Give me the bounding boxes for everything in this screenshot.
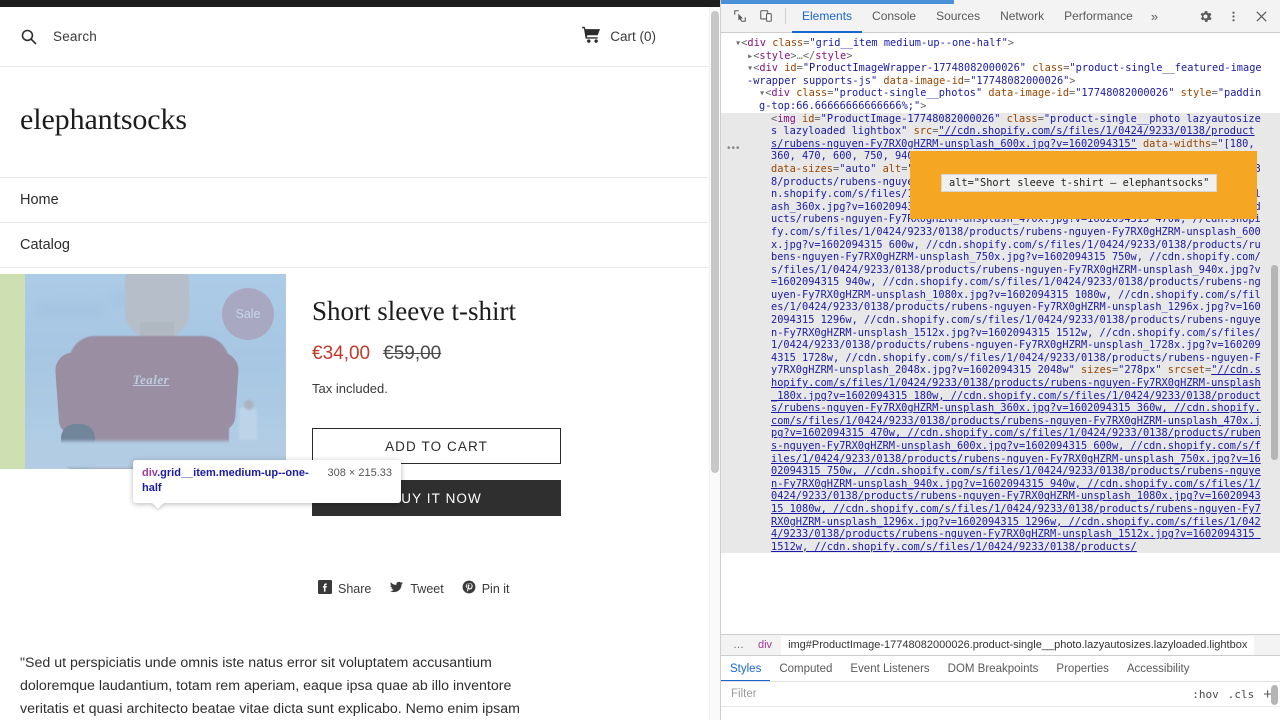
hov-toggle-button[interactable]: :hov	[1192, 688, 1219, 701]
tab-sources[interactable]: Sources	[926, 0, 990, 33]
inspector-tooltip-dimensions: 308 × 215.33	[327, 466, 392, 479]
screenshot-root: Search Cart (0) elephantsocks	[0, 0, 1280, 720]
share-pinterest-label: Pin it	[482, 582, 510, 596]
inspector-tooltip-selector: div.grid__item.medium-up--one-half	[142, 466, 315, 496]
devtools-toolbar-actions	[1192, 3, 1280, 29]
sale-price: €34,00	[312, 343, 370, 365]
dom-line[interactable]: ▾<div class="grid__item medium-up--one-h…	[721, 37, 1280, 50]
device-toolbar-icon[interactable]	[753, 3, 779, 29]
dom-breadcrumb-bar: … div img#ProductImage-17748082000026.pr…	[721, 634, 1280, 655]
browser-chrome-strip	[0, 0, 720, 7]
element-inspector-tooltip: div.grid__item.medium-up--one-half 308 ×…	[133, 460, 401, 503]
site-header: Search Cart (0)	[0, 7, 711, 67]
dom-line[interactable]: ▾<div id="ProductImageWrapper-1774808200…	[721, 62, 1280, 87]
main-navigation: Home Catalog	[0, 177, 711, 268]
devtools-tab-bar: Elements Console Sources Network Perform…	[792, 0, 1166, 33]
breadcrumb-overflow[interactable]: …	[729, 636, 749, 655]
dom-scrollbar-thumb[interactable]	[1271, 265, 1278, 460]
dom-tree-content[interactable]: ▾<div class="grid__item medium-up--one-h…	[721, 33, 1280, 553]
close-icon[interactable]	[1248, 3, 1274, 29]
devtools-panel: Elements Console Sources Network Perform…	[720, 0, 1280, 720]
pinterest-icon	[462, 580, 476, 597]
devtools-top-accent	[721, 0, 954, 4]
cart-label[interactable]: Cart (0)	[610, 29, 656, 44]
tab-console[interactable]: Console	[862, 0, 926, 33]
dom-line[interactable]: ▸<style>…</style>	[721, 50, 1280, 63]
styles-pane-body	[721, 706, 1280, 720]
inspector-padding-overlay	[0, 274, 25, 469]
social-share-row: Share Tweet	[318, 580, 691, 597]
original-price: €59,00	[383, 343, 441, 365]
styles-pane-tab-bar: Styles Computed Event Listeners DOM Brea…	[721, 655, 1280, 681]
page-scrollbar-track[interactable]	[709, 7, 720, 720]
kebab-menu-icon[interactable]	[1220, 3, 1246, 29]
cart-icon[interactable]	[582, 26, 601, 48]
photo-bokeh-1	[35, 302, 105, 316]
tax-note: Tax included.	[312, 381, 691, 396]
share-facebook-button[interactable]: Share	[318, 580, 371, 597]
dom-gutter-ellipsis: •••	[727, 143, 741, 154]
sale-badge: Sale	[222, 288, 274, 340]
dom-scrollbar-track[interactable]	[1270, 33, 1280, 634]
photo-background-person-head	[244, 400, 254, 410]
cart-control[interactable]: Cart (0)	[582, 26, 691, 48]
styles-filter-row: Filter :hov .cls +	[721, 681, 1280, 706]
product-section: Tealer Sale Short sleeve t-shirt	[0, 274, 711, 597]
product-title: Short sleeve t-shirt	[312, 296, 691, 327]
nav-item-home[interactable]: Home	[0, 178, 711, 223]
browser-page-viewport: Search Cart (0) elephantsocks	[0, 0, 720, 720]
devtools-toolbar: Elements Console Sources Network Perform…	[721, 0, 1280, 33]
styles-scrollbar-thumb[interactable]	[1271, 685, 1278, 705]
toolbar-divider	[785, 8, 786, 24]
share-pinterest-button[interactable]: Pin it	[462, 580, 510, 597]
breadcrumb-selected-img[interactable]: img#ProductImage-17748082000026.product-…	[781, 636, 1254, 655]
tab-styles[interactable]: Styles	[721, 656, 770, 682]
brand-header: elephantsocks	[0, 67, 711, 177]
dom-tree-panel[interactable]: ▾<div class="grid__item medium-up--one-h…	[721, 33, 1280, 634]
product-info: Short sleeve t-shirt €34,00 €59,00 Tax i…	[286, 274, 691, 597]
tab-network[interactable]: Network	[990, 0, 1054, 33]
styles-filter-input[interactable]: Filter	[731, 688, 1192, 700]
alt-attribute-edit-field[interactable]: alt="Short sleeve t-shirt – elephantsock…	[941, 174, 1217, 192]
tab-properties[interactable]: Properties	[1047, 656, 1117, 682]
photo-background-person	[239, 406, 257, 440]
breadcrumb-div[interactable]: div	[751, 636, 779, 655]
attribute-edit-highlight: alt="Short sleeve t-shirt – elephantsock…	[910, 151, 1257, 219]
cls-toggle-button[interactable]: .cls	[1228, 688, 1255, 701]
dom-line[interactable]: ▾<div class="product-single__photos" dat…	[721, 87, 1280, 112]
tab-computed[interactable]: Computed	[770, 656, 841, 682]
product-image-grid-item[interactable]: Tealer Sale	[0, 274, 286, 469]
photo-shirt-logo: Tealer	[121, 372, 181, 388]
tab-event-listeners[interactable]: Event Listeners	[841, 656, 938, 682]
page-content: Search Cart (0) elephantsocks	[0, 7, 711, 720]
styles-filter-actions: :hov .cls +	[1192, 687, 1280, 702]
inspector-tooltip-classes: .grid__item.medium-up--one-half	[142, 467, 309, 494]
site-brand-title[interactable]: elephantsocks	[20, 103, 691, 137]
search-control[interactable]: Search	[20, 28, 97, 45]
nav-item-catalog[interactable]: Catalog	[0, 223, 711, 268]
gear-icon[interactable]	[1192, 3, 1218, 29]
add-to-cart-button[interactable]: ADD TO CART	[312, 428, 561, 464]
page-scrollbar-thumb[interactable]	[711, 11, 719, 473]
share-facebook-label: Share	[338, 582, 371, 596]
tab-dom-breakpoints[interactable]: DOM Breakpoints	[939, 656, 1048, 682]
search-label[interactable]: Search	[53, 29, 97, 44]
price-row: €34,00 €59,00	[312, 343, 691, 365]
facebook-icon	[318, 580, 332, 597]
more-tabs-button[interactable]: »	[1143, 0, 1166, 33]
inspect-element-icon[interactable]	[727, 3, 753, 29]
search-icon[interactable]	[20, 28, 37, 45]
product-row: Tealer Sale Short sleeve t-shirt	[20, 274, 691, 597]
tab-elements[interactable]: Elements	[792, 0, 862, 33]
twitter-icon	[389, 580, 404, 597]
share-twitter-label: Tweet	[410, 582, 443, 596]
share-twitter-button[interactable]: Tweet	[389, 580, 443, 597]
tab-accessibility[interactable]: Accessibility	[1118, 656, 1199, 682]
product-description: "Sed ut perspiciatis unde omnis iste nat…	[0, 597, 560, 720]
product-photo[interactable]: Tealer Sale	[25, 274, 286, 469]
tab-performance[interactable]: Performance	[1054, 0, 1143, 33]
inspector-tooltip-tag: div	[142, 467, 157, 479]
